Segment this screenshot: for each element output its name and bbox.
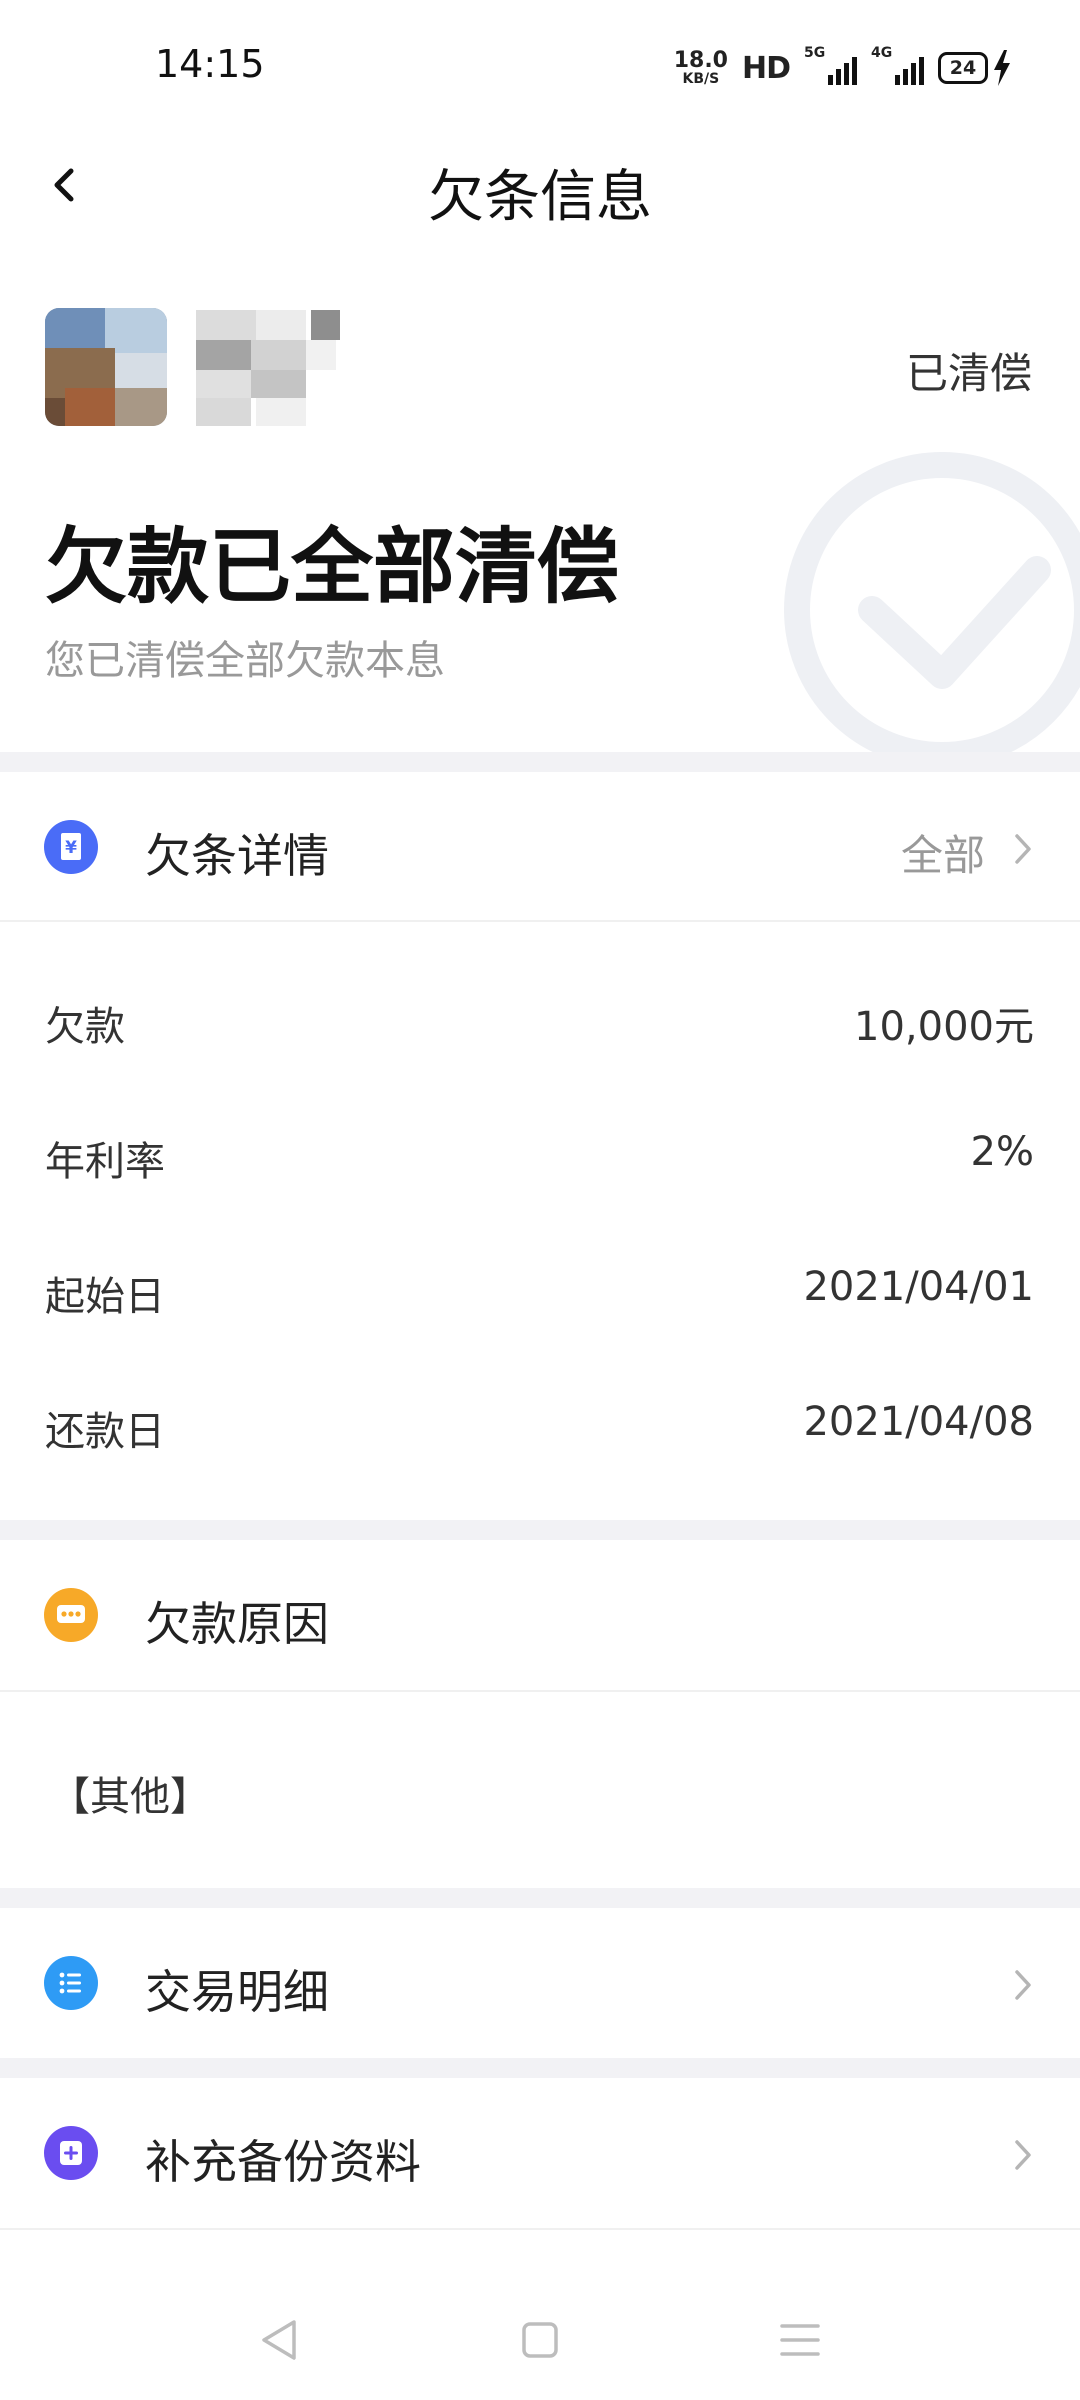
yen-receipt-icon: ¥ bbox=[44, 820, 98, 874]
detail-label: 还款日 bbox=[45, 1409, 165, 1455]
chevron-right-icon bbox=[1015, 2140, 1031, 2170]
summary-subtitle: 您已清偿全部欠款本息 bbox=[45, 638, 445, 684]
divider bbox=[0, 920, 1080, 922]
reason-section-label: 欠款原因 bbox=[145, 1597, 329, 1651]
chat-bubble-icon bbox=[44, 1588, 98, 1642]
detail-row-amount: 欠款 10,000元 bbox=[0, 970, 1080, 1070]
detail-label: 起始日 bbox=[45, 1274, 165, 1320]
detail-value: 2021/04/01 bbox=[803, 1264, 1034, 1310]
plus-doc-icon bbox=[44, 2126, 98, 2180]
detail-label: 欠款 bbox=[45, 1004, 125, 1050]
detail-value: 2% bbox=[970, 1129, 1034, 1175]
divider bbox=[0, 1520, 1080, 1540]
divider bbox=[0, 1888, 1080, 1908]
list-icon bbox=[44, 1956, 98, 2010]
details-section-label: 欠条详情 bbox=[145, 829, 329, 883]
details-section-header[interactable]: ¥ 欠条详情 全部 bbox=[0, 772, 1080, 922]
signal-type-5g: 5G bbox=[804, 45, 826, 61]
avatar bbox=[45, 308, 167, 426]
detail-row-interest-rate: 年利率 2% bbox=[0, 1105, 1080, 1205]
detail-value: 10,000元 bbox=[854, 1004, 1034, 1050]
divider bbox=[0, 1690, 1080, 1692]
reason-text: 【其他】 bbox=[50, 1774, 210, 1820]
battery-icon: 24 bbox=[938, 50, 1012, 86]
details-all-link[interactable]: 全部 bbox=[901, 822, 985, 883]
status-time: 14:15 bbox=[155, 42, 265, 86]
nav-menu-icon[interactable] bbox=[770, 2310, 830, 2370]
system-navigation-bar bbox=[0, 2280, 1080, 2400]
hd-indicator: HD bbox=[741, 50, 791, 86]
header: 欠条信息 bbox=[0, 130, 1080, 240]
status-indicators: 18.0 KB/S HD 5G 4G 24 bbox=[673, 45, 1012, 90]
status-badge: 已清偿 bbox=[905, 349, 1032, 398]
page-title: 欠条信息 bbox=[428, 165, 652, 230]
divider bbox=[0, 752, 1080, 772]
user-name-mosaic bbox=[196, 310, 340, 426]
chevron-right-icon bbox=[1015, 834, 1031, 864]
divider bbox=[0, 2058, 1080, 2078]
network-speed: 18.0 KB/S bbox=[673, 48, 728, 87]
supplement-label: 补充备份资料 bbox=[145, 2135, 421, 2189]
signal-icon: 5G bbox=[804, 45, 857, 85]
detail-label: 年利率 bbox=[45, 1139, 165, 1185]
charging-bolt-icon bbox=[994, 50, 1010, 86]
network-speed-value: 18.0 bbox=[673, 48, 728, 73]
nav-home-icon[interactable] bbox=[510, 2310, 570, 2370]
network-speed-unit: KB/S bbox=[682, 71, 720, 87]
detail-row-start-date: 起始日 2021/04/01 bbox=[0, 1240, 1080, 1340]
signal-type-4g: 4G bbox=[871, 45, 893, 61]
divider bbox=[0, 2228, 1080, 2230]
status-bar: 14:15 18.0 KB/S HD 5G 4G 24 bbox=[0, 0, 1080, 130]
chevron-right-icon bbox=[1015, 1970, 1031, 2000]
supplement-row[interactable]: 补充备份资料 bbox=[0, 2078, 1080, 2228]
nav-back-icon[interactable] bbox=[250, 2310, 310, 2370]
reason-section-header: 欠款原因 bbox=[0, 1540, 1080, 1690]
transactions-label: 交易明细 bbox=[145, 1965, 329, 2019]
detail-row-repay-date: 还款日 2021/04/08 bbox=[0, 1375, 1080, 1475]
battery-level: 24 bbox=[938, 52, 988, 84]
signal-icon: 4G bbox=[871, 45, 924, 85]
check-circle-icon bbox=[784, 452, 1080, 752]
transactions-row[interactable]: 交易明细 bbox=[0, 1908, 1080, 2058]
svg-text:¥: ¥ bbox=[65, 838, 77, 858]
summary-title: 欠款已全部清偿 bbox=[45, 520, 620, 615]
detail-value: 2021/04/08 bbox=[803, 1399, 1034, 1445]
